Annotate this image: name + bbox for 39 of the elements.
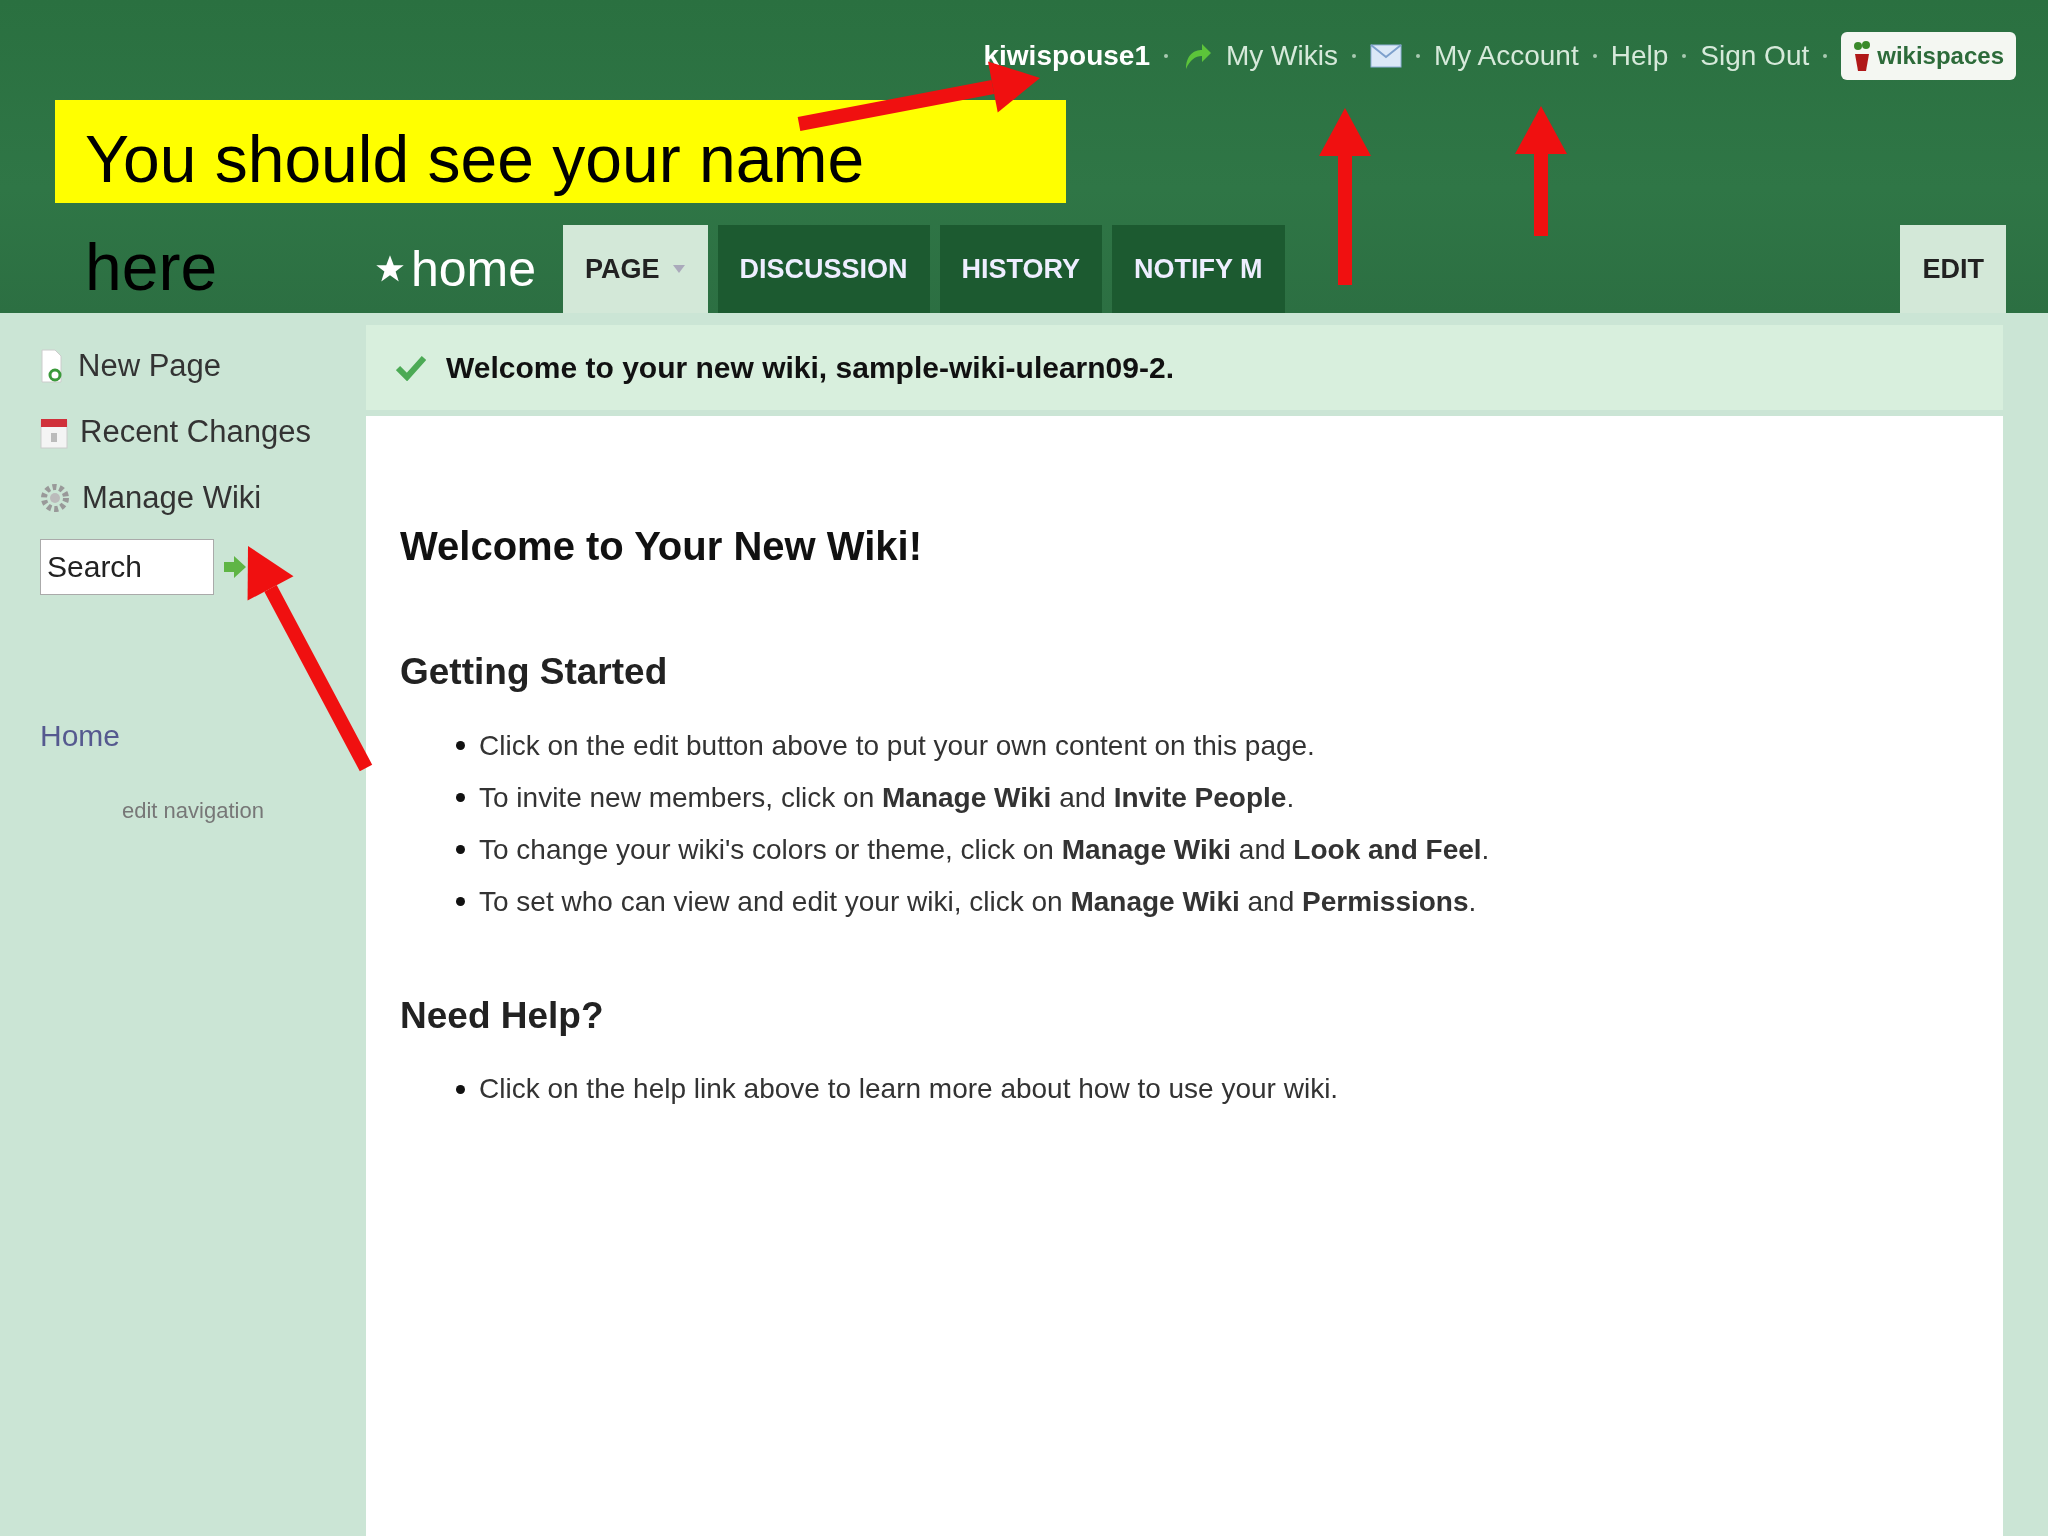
bullet-icon [456, 741, 465, 750]
mail-icon[interactable] [1369, 44, 1402, 68]
go-arrow-icon[interactable] [222, 554, 248, 580]
tab[interactable]: DISCUSSION [717, 225, 930, 313]
bullet-text: To set who can view and edit your wiki, click on Manage Wiki and Permissions. [479, 884, 1477, 919]
tab[interactable]: PAGE [563, 225, 708, 313]
bullet-icon [456, 897, 465, 906]
gear-icon [40, 483, 70, 513]
sidebar-link[interactable]: Manage Wiki [82, 474, 262, 522]
tab[interactable]: NOTIFY M [1112, 225, 1285, 313]
bullet-icon [456, 793, 465, 802]
check-icon [396, 354, 426, 381]
sidebar-link[interactable]: New Page [78, 342, 222, 390]
bullet-text: To invite new members, click on Manage Wiki and Invite People. [479, 780, 1295, 815]
section-heading: Getting Started [400, 650, 669, 694]
callout-note: You should see your name [55, 100, 1066, 203]
page-title: home [411, 239, 537, 299]
search-field[interactable]: Search [40, 539, 214, 595]
nav-link[interactable]: My Wikis [1226, 35, 1338, 77]
star-icon [375, 254, 405, 284]
username: kiwispouse1 [983, 39, 1150, 73]
tab[interactable]: HISTORY [939, 225, 1103, 313]
home-link[interactable]: Home [40, 713, 121, 758]
page-heading: Welcome to Your New Wiki! [400, 523, 923, 570]
plant-icon [1853, 40, 1872, 72]
bullet-text: Click on the edit button above to put your own content on this page. [479, 728, 1315, 763]
bullet-text: To change your wiki's colors or theme, click on Manage Wiki and Look and Feel. [479, 832, 1490, 867]
section-heading: Need Help? [400, 993, 605, 1038]
logo-button[interactable]: wikispaces [1841, 32, 2016, 80]
edit-button[interactable]: EDIT [1900, 225, 2006, 313]
nav-link[interactable]: Help [1610, 35, 1669, 77]
sidebar-link[interactable]: Recent Changes [80, 408, 311, 456]
callout-note: here [85, 229, 218, 306]
bullet-text: Click on the help link above to learn more about how to use your wiki. [479, 1072, 1339, 1106]
nav-link[interactable]: My Account [1433, 35, 1579, 77]
nav-link[interactable]: Sign Out [1700, 35, 1810, 77]
welcome-message: Welcome to your new wiki, sample-wiki-ulearn09-2. [446, 350, 1174, 386]
bullet-icon [456, 1084, 465, 1094]
bullet-icon [456, 845, 465, 854]
